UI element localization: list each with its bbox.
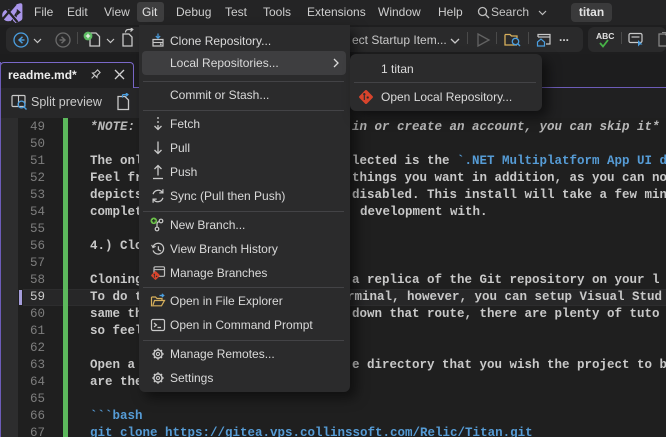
svg-text:ABC: ABC bbox=[596, 31, 614, 41]
